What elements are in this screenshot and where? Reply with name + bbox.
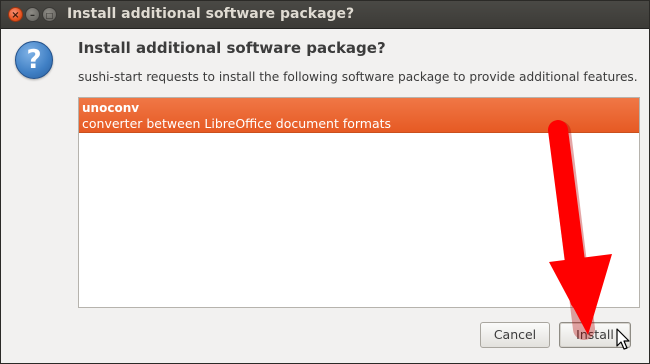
package-list-item[interactable]: unoconv converter between LibreOffice do…: [79, 98, 639, 133]
dialog-description: sushi-start requests to install the foll…: [78, 70, 638, 84]
minimize-window-icon[interactable]: –: [25, 7, 40, 22]
maximize-window-icon[interactable]: □: [42, 7, 57, 22]
install-dialog-window: × – □ Install additional software packag…: [0, 0, 650, 364]
package-name: unoconv: [82, 101, 140, 115]
dialog-heading: Install additional software package?: [78, 39, 386, 57]
package-list[interactable]: unoconv converter between LibreOffice do…: [78, 97, 640, 308]
window-title: Install additional software package?: [67, 6, 355, 22]
package-summary: converter between LibreOffice document f…: [82, 116, 392, 131]
install-button[interactable]: Install: [559, 322, 631, 348]
question-icon: ?: [15, 41, 53, 79]
title-bar[interactable]: × – □ Install additional software packag…: [1, 1, 649, 29]
cancel-button[interactable]: Cancel: [480, 322, 550, 348]
close-window-icon[interactable]: ×: [8, 7, 23, 22]
